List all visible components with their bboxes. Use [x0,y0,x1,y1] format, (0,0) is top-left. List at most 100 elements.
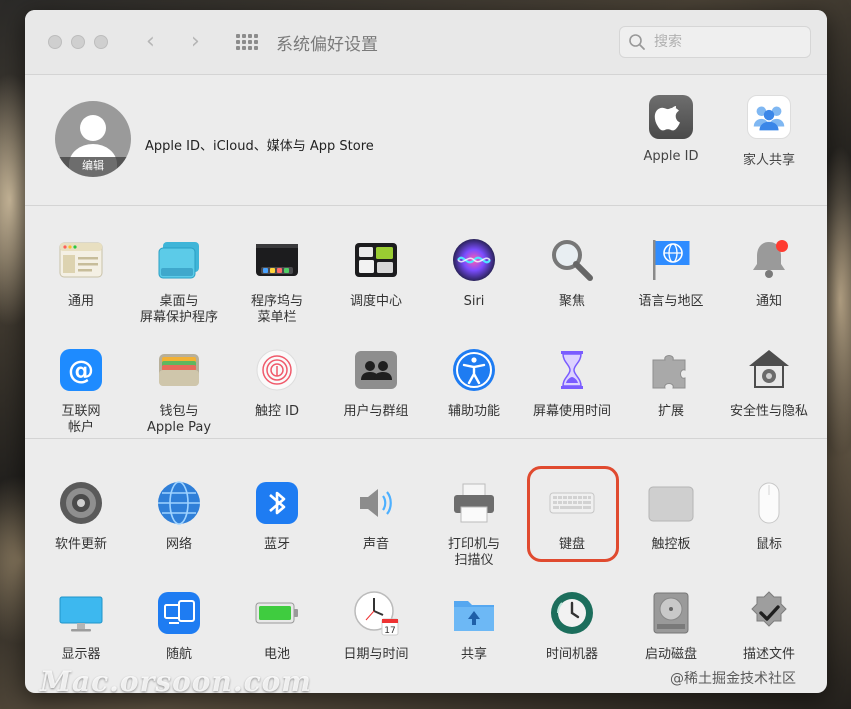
pref-security-privacy[interactable]: 安全性与隐私 [720,346,818,420]
pref-screen-time[interactable]: 屏幕使用时间 [523,346,621,420]
forward-button[interactable]: › [191,28,200,56]
network-icon [158,481,200,525]
pref-sound[interactable]: 声音 [327,479,425,553]
pref-general-label: 通用 [67,294,94,309]
pref-trackpad-label: 触控板 [651,537,691,552]
preferences-section-2: 软件更新 网络 蓝牙 声音 打印机与 扫描仪 键盘 触控板 鼠标 显示器 随航 … [25,439,827,693]
pref-mission-control-label: 调度中心 [349,294,402,309]
software-update-icon [60,482,102,524]
calendar-day-number: 17 [384,626,395,636]
pref-bluetooth-label: 蓝牙 [263,537,290,552]
pref-dock-menubar[interactable]: 程序坞与 菜单栏 [228,236,326,326]
pref-sidecar-label: 随航 [165,647,192,662]
pref-mission-control[interactable]: 调度中心 [327,236,425,310]
pref-wallet-label: 钱包与 Apple Pay [146,404,212,435]
pref-spotlight-label: 聚焦 [558,294,585,309]
pref-sound-label: 声音 [362,537,389,552]
trackpad-icon [648,486,694,522]
pref-notifications[interactable]: 通知 [720,236,818,310]
dock-menubar-icon [256,244,298,276]
avatar-edit-label[interactable]: 编辑 [55,157,131,177]
pref-keyboard[interactable]: 键盘 [523,479,621,553]
time-machine-icon [551,592,593,634]
pref-users-groups[interactable]: 用户与群组 [327,346,425,420]
pref-accessibility[interactable]: 辅助功能 [425,346,523,420]
pref-spotlight[interactable]: 聚焦 [523,236,621,310]
pref-displays[interactable]: 显示器 [32,589,130,663]
pref-sharing[interactable]: 共享 [425,589,523,663]
preferences-section-1: 通用 桌面与 屏幕保护程序 程序坞与 菜单栏 调度中心 Siri 聚焦 语言与地… [25,206,827,439]
bluetooth-icon [256,482,298,524]
family-sharing-label: 家人共享 [742,153,795,168]
mouse-icon [758,482,780,524]
pref-startup-disk[interactable]: 启动磁盘 [622,589,720,663]
pref-internet-accounts[interactable]: @ 互联网 帐户 [32,346,130,436]
pref-displays-label: 显示器 [61,647,101,662]
pref-touch-id[interactable]: 触控 ID [228,346,326,420]
zoom-button[interactable] [94,35,108,49]
pref-language-region[interactable]: 语言与地区 [622,236,720,310]
back-button[interactable]: ‹ [146,28,155,56]
desktop-screensaver-icon [158,242,199,279]
pref-profiles[interactable]: 描述文件 [720,589,818,663]
siri-icon [453,239,495,281]
pref-extensions[interactable]: 扩展 [622,346,720,420]
screen-time-icon [561,351,583,389]
minimize-button[interactable] [71,35,85,49]
pref-desktop-screensaver[interactable]: 桌面与 屏幕保护程序 [130,236,228,326]
pref-time-machine[interactable]: 时间机器 [523,589,621,663]
pref-bluetooth[interactable]: 蓝牙 [228,479,326,553]
internet-accounts-icon: @ [60,349,102,391]
system-preferences-window: ‹ › 系统偏好设置 编辑 Apple ID、iCloud、媒体与 App St… [25,10,827,693]
pref-siri[interactable]: Siri [425,236,523,310]
profiles-icon [751,591,787,627]
search-icon [629,34,645,50]
pref-software-update[interactable]: 软件更新 [32,479,130,553]
pref-mouse-label: 鼠标 [755,537,782,552]
pref-sharing-label: 共享 [460,647,487,662]
apple-id-account-label[interactable]: Apple ID、iCloud、媒体与 App Store [145,135,374,154]
pref-date-time[interactable]: 17 日期与时间 [327,589,425,663]
extensions-icon [652,355,686,389]
watermark-text: Mac.orsoon.com [40,665,312,698]
pref-network[interactable]: 网络 [130,479,228,553]
account-section: 编辑 Apple ID、iCloud、媒体与 App Store Apple I… [25,75,827,206]
keyboard-icon [549,492,595,514]
pref-printers-scanners[interactable]: 打印机与 扫描仪 [425,479,523,569]
accessibility-icon [453,349,495,391]
pref-date-time-label: 日期与时间 [343,647,409,662]
show-all-grid-icon[interactable] [236,34,258,50]
pref-battery[interactable]: 电池 [228,589,326,663]
pref-apple-id[interactable]: Apple ID [626,95,716,164]
notifications-icon [753,240,788,278]
close-button[interactable] [48,35,62,49]
search-input[interactable] [654,32,804,52]
pref-sidecar[interactable]: 随航 [130,589,228,663]
pref-profiles-label: 描述文件 [742,647,795,662]
search-field[interactable] [619,26,811,58]
sidecar-icon [158,592,200,634]
sharing-icon [454,601,494,631]
date-time-icon: 17 [354,591,399,636]
battery-icon [255,602,298,624]
pref-trackpad[interactable]: 触控板 [622,479,720,553]
window-title: 系统偏好设置 [276,35,378,55]
security-privacy-icon [749,350,789,388]
pref-mouse[interactable]: 鼠标 [720,479,818,553]
sound-icon [360,489,392,517]
pref-desktop-screensaver-label: 桌面与 屏幕保护程序 [139,294,218,325]
pref-printers-scanners-label: 打印机与 扫描仪 [447,537,500,568]
apple-id-label: Apple ID [643,149,699,164]
language-region-icon [653,240,690,280]
pref-internet-accounts-label: 互联网 帐户 [61,404,101,435]
pref-touch-id-label: 触控 ID [255,404,299,419]
pref-network-label: 网络 [165,537,192,552]
avatar[interactable]: 编辑 [55,101,131,177]
pref-family-sharing[interactable]: 家人共享 [724,95,814,168]
svg-text:@: @ [68,356,94,386]
pref-language-region-label: 语言与地区 [638,294,704,309]
pref-general[interactable]: 通用 [32,236,130,310]
pref-wallet[interactable]: 钱包与 Apple Pay [130,346,228,436]
pref-software-update-label: 软件更新 [54,537,107,552]
attribution-text: @稀土掘金技术社区 [670,671,796,687]
